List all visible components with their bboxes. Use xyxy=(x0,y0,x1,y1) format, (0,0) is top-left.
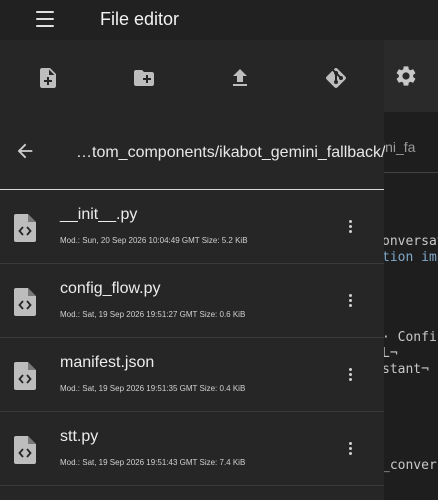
code-line: _conver xyxy=(384,458,437,473)
folder-plus-icon[interactable] xyxy=(132,66,156,90)
code-line: · Confi xyxy=(384,330,437,345)
editor-toolbar xyxy=(384,40,438,112)
more-vert-icon[interactable] xyxy=(346,368,354,382)
list-item[interactable]: __init__.py Mod.: Sun, 20 Sep 2026 10:04… xyxy=(0,190,384,264)
file-name: stt.py xyxy=(60,428,99,445)
more-vert-icon[interactable] xyxy=(346,442,354,456)
app-bar: File editor xyxy=(0,0,438,40)
file-browser-drawer: …tom_components/ikabot_gemini_fallback/ … xyxy=(0,40,386,500)
code-file-icon xyxy=(14,362,36,390)
file-meta: Mod.: Sat, 19 Sep 2026 19:51:27 GMT Size… xyxy=(60,310,246,319)
path-bar: …tom_components/ikabot_gemini_fallback/ xyxy=(0,112,386,189)
filename-fragment: ini_fa xyxy=(384,139,416,155)
code-line: onversat xyxy=(384,234,438,249)
file-meta: Mod.: Sat, 19 Sep 2026 19:51:35 GMT Size… xyxy=(60,384,246,393)
more-vert-icon[interactable] xyxy=(346,220,354,234)
menu-icon[interactable] xyxy=(36,11,54,27)
file-plus-icon[interactable] xyxy=(36,66,60,90)
file-name: config_flow.py xyxy=(60,280,161,297)
file-name: __init__.py xyxy=(60,206,138,223)
drawer-toolbar xyxy=(0,40,384,112)
code-line: stant¬ xyxy=(384,362,429,377)
file-list: __init__.py Mod.: Sun, 20 Sep 2026 10:04… xyxy=(0,190,384,486)
gear-icon[interactable] xyxy=(394,64,418,88)
list-item[interactable]: stt.py Mod.: Sat, 19 Sep 2026 19:51:43 G… xyxy=(0,412,384,486)
app-title: File editor xyxy=(100,9,180,29)
code-file-icon xyxy=(14,214,36,242)
editor-panel: ini_fa onversat tion imp · Confi L¬ stan… xyxy=(384,40,438,500)
file-name: manifest.json xyxy=(60,354,155,371)
list-item[interactable]: config_flow.py Mod.: Sat, 19 Sep 2026 19… xyxy=(0,264,384,338)
more-vert-icon[interactable] xyxy=(346,294,354,308)
code-file-icon xyxy=(14,288,36,316)
code-line: tion imp xyxy=(384,250,438,265)
file-meta: Mod.: Sun, 20 Sep 2026 10:04:49 GMT Size… xyxy=(60,236,248,245)
git-icon[interactable] xyxy=(324,66,348,90)
current-path: …tom_components/ikabot_gemini_fallback/ xyxy=(76,144,386,161)
upload-icon[interactable] xyxy=(228,66,252,90)
list-item[interactable]: manifest.json Mod.: Sat, 19 Sep 2026 19:… xyxy=(0,338,384,412)
code-line: L¬ xyxy=(384,346,398,361)
arrow-left-icon[interactable] xyxy=(14,140,36,162)
file-meta: Mod.: Sat, 19 Sep 2026 19:51:43 GMT Size… xyxy=(60,458,246,467)
code-file-icon xyxy=(14,436,36,464)
